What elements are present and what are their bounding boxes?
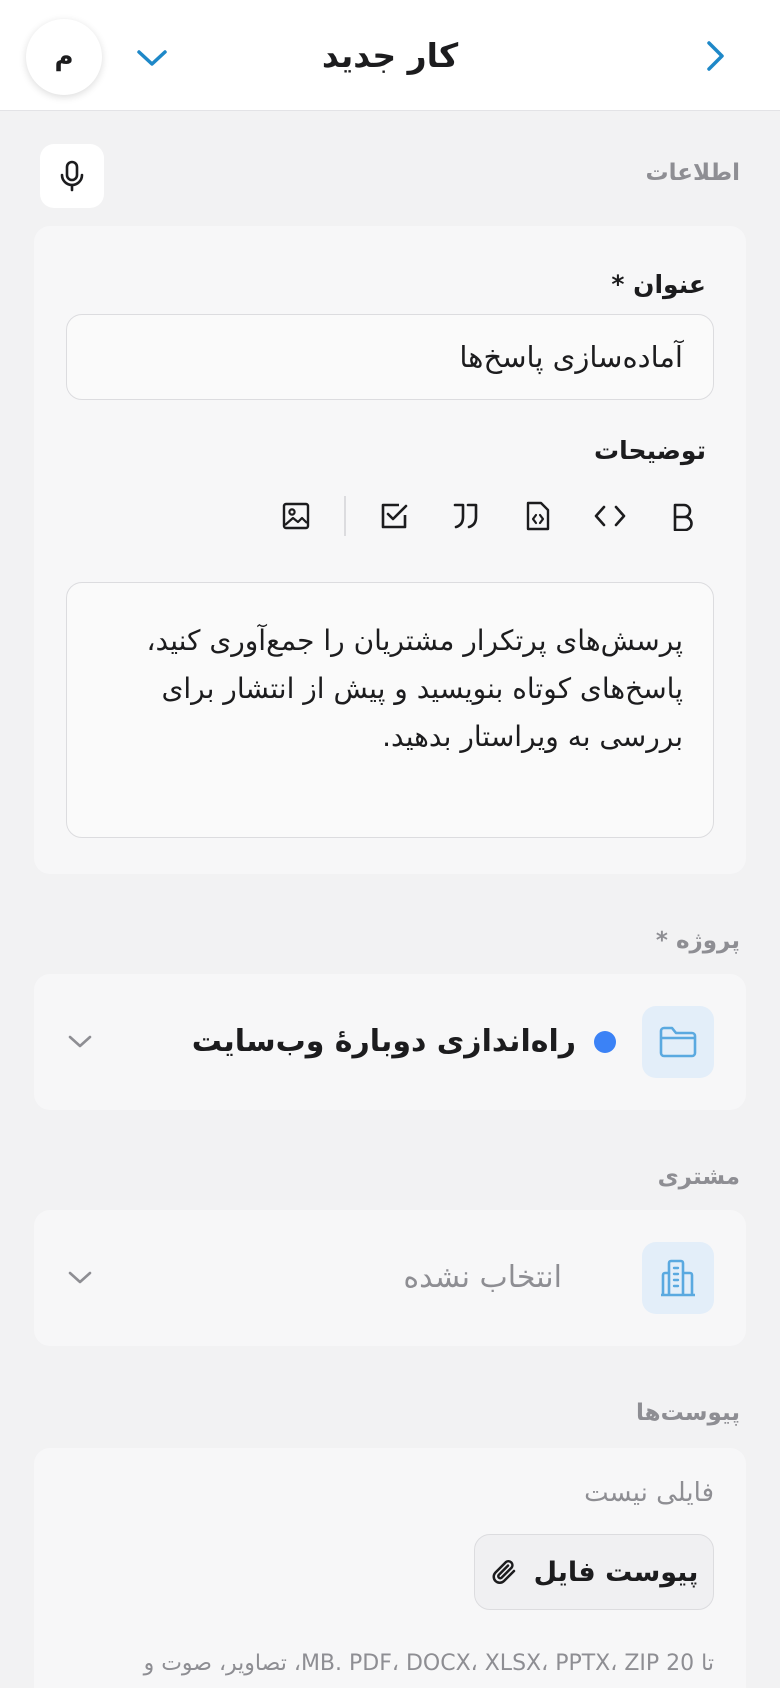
voice-input-button[interactable] bbox=[40, 144, 104, 208]
code-icon bbox=[594, 505, 626, 527]
avatar[interactable]: م bbox=[26, 19, 102, 95]
description-input[interactable]: پرسش‌های پرتکرار مشتریان را جمع‌آوری کنی… bbox=[66, 582, 714, 838]
quote-icon bbox=[453, 503, 478, 529]
checkbox-icon bbox=[381, 503, 408, 529]
project-dropdown-chevron bbox=[62, 1024, 98, 1060]
title-input[interactable]: آماده‌سازی پاسخ‌ها bbox=[66, 314, 714, 400]
customer-selector[interactable]: انتخاب نشده bbox=[34, 1210, 746, 1346]
insert-image-button[interactable] bbox=[272, 492, 320, 540]
description-field-label: توضیحات bbox=[594, 436, 706, 465]
quote-button[interactable] bbox=[442, 492, 490, 540]
project-section-label: پروژه * bbox=[655, 928, 740, 954]
code-button[interactable] bbox=[586, 492, 634, 540]
formatting-toolbar bbox=[248, 488, 706, 544]
microphone-icon bbox=[60, 160, 84, 192]
no-file-text: فایلی نیست bbox=[584, 1478, 714, 1508]
info-section-label: اطلاعات bbox=[645, 160, 740, 186]
options-dropdown-button[interactable] bbox=[130, 36, 174, 80]
bold-icon bbox=[673, 503, 693, 531]
chevron-down-icon bbox=[68, 1035, 92, 1048]
customer-section-label: مشتری bbox=[657, 1164, 740, 1190]
project-color-dot bbox=[594, 1031, 616, 1053]
project-icon-badge bbox=[642, 1006, 714, 1078]
code-file-icon bbox=[526, 501, 550, 531]
bold-button[interactable] bbox=[658, 492, 706, 540]
customer-icon-badge bbox=[642, 1242, 714, 1314]
project-selector[interactable]: راه‌اندازی دوبارهٔ وب‌سایت bbox=[34, 974, 746, 1110]
customer-dropdown-chevron bbox=[62, 1260, 98, 1296]
toolbar-divider bbox=[344, 496, 346, 536]
building-icon bbox=[661, 1259, 695, 1297]
attachments-section-label: پیوست‌ها bbox=[636, 1400, 740, 1426]
chevron-down-icon bbox=[68, 1271, 92, 1284]
code-block-button[interactable] bbox=[514, 492, 562, 540]
project-value: راه‌اندازی دوبارهٔ وب‌سایت bbox=[191, 1024, 576, 1059]
customer-value: انتخاب نشده bbox=[403, 1260, 562, 1295]
attachment-hint: تا 20 MB. PDF، DOCX، XLSX، PPTX، ZIP، تص… bbox=[143, 1651, 714, 1676]
image-icon bbox=[282, 502, 310, 530]
top-bar: کار جدید م bbox=[0, 0, 780, 111]
avatar-initial: م bbox=[54, 42, 74, 72]
info-card: عنوان * آماده‌سازی پاسخ‌ها توضیحات bbox=[34, 226, 746, 874]
attach-file-label: پیوست فایل bbox=[533, 1556, 699, 1588]
checklist-button[interactable] bbox=[370, 492, 418, 540]
chevron-down-icon bbox=[137, 50, 167, 66]
paperclip-icon bbox=[492, 1560, 515, 1584]
title-field-label: عنوان * bbox=[611, 270, 706, 299]
attach-file-button[interactable]: پیوست فایل bbox=[474, 1534, 714, 1610]
folder-icon bbox=[659, 1026, 697, 1058]
attachments-card: فایلی نیست پیوست فایل تا 20 MB. PDF، DOC… bbox=[34, 1448, 746, 1688]
page-title: کار جدید bbox=[321, 36, 459, 75]
